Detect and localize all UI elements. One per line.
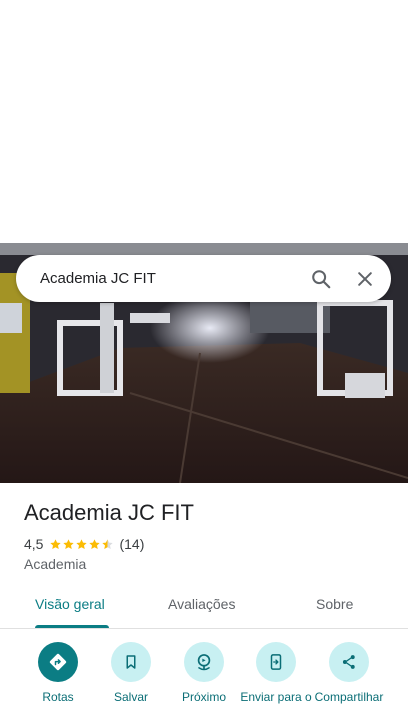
directions-button[interactable]: Rotas [22, 642, 94, 705]
star-icon [89, 538, 101, 549]
directions-label: Rotas [42, 690, 74, 704]
send-to-phone-label: Enviar para o [240, 690, 312, 704]
star-icon [63, 538, 75, 549]
share-button[interactable]: Compartilhar [313, 642, 385, 705]
tab-about[interactable]: Sobre [316, 596, 353, 612]
search-bar[interactable]: Academia JC FIT [16, 255, 391, 302]
nearby-label: Próximo [181, 690, 226, 704]
send-to-phone-button[interactable]: Enviar para o [240, 642, 312, 705]
active-tab-indicator [35, 625, 109, 628]
star-rating [49, 538, 114, 551]
nearby-button[interactable]: Próximo [168, 642, 240, 705]
tab-overview[interactable]: Visão geral [35, 596, 105, 612]
close-icon[interactable] [345, 259, 385, 299]
star-icon [102, 538, 114, 549]
place-title: Academia JC FIT [24, 500, 194, 525]
star-icon [50, 538, 62, 549]
save-button[interactable]: Salvar [95, 642, 167, 705]
directions-icon [38, 642, 78, 682]
save-label: Salvar [113, 690, 148, 704]
review-count: (14) [119, 536, 145, 552]
send-to-phone-icon [256, 642, 296, 682]
star-icon [76, 538, 88, 549]
share-icon [329, 642, 369, 682]
rating-row[interactable]: 4,5 (14) [24, 536, 144, 552]
tab-reviews[interactable]: Avaliações [168, 596, 235, 612]
bookmark-icon [111, 642, 151, 682]
search-input[interactable]: Academia JC FIT [40, 270, 301, 287]
tab-bar: Visão geral Avaliações Sobre [0, 584, 408, 629]
nearby-icon [184, 642, 224, 682]
search-icon[interactable] [301, 259, 341, 299]
place-category: Academia [24, 556, 87, 572]
rating-value: 4,5 [24, 536, 44, 552]
share-label: Compartilhar [314, 690, 384, 704]
